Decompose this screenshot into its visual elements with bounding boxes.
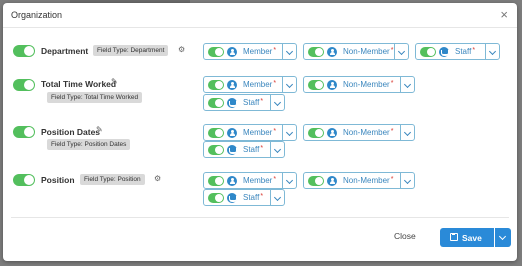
field-toggle[interactable] xyxy=(13,79,35,91)
role-label: Staff* xyxy=(455,47,476,56)
role-toggle[interactable] xyxy=(208,176,224,186)
role-chip-non-member[interactable]: Non-Member* xyxy=(303,43,409,60)
field-toggle[interactable] xyxy=(13,126,35,138)
role-label: Non-Member* xyxy=(343,128,394,137)
required-marker: * xyxy=(390,80,394,87)
role-chip-member[interactable]: Member* xyxy=(203,76,297,93)
field-type-badge: Field Type: Position Dates xyxy=(47,139,131,150)
role-toggle[interactable] xyxy=(308,47,324,57)
field-name: Position xyxy=(41,175,75,185)
member-icon xyxy=(227,128,237,138)
pencil-icon[interactable]: ✎ xyxy=(111,78,118,86)
role-chip-member[interactable]: Member* xyxy=(203,43,297,60)
required-marker: * xyxy=(472,47,476,54)
field-name: Department xyxy=(41,46,89,56)
required-marker: * xyxy=(390,128,394,135)
role-label: Non-Member* xyxy=(343,176,394,185)
role-chip-staff[interactable]: Staff* xyxy=(203,189,285,206)
required-marker: * xyxy=(260,145,264,152)
chevron-down-icon[interactable] xyxy=(282,173,296,188)
floppy-disk-icon xyxy=(450,233,458,241)
role-chip-non-member[interactable]: Non-Member* xyxy=(303,124,415,141)
role-label: Member* xyxy=(243,80,277,89)
role-toggle[interactable] xyxy=(208,193,224,203)
chevron-down-icon[interactable] xyxy=(400,125,414,140)
role-chip-member[interactable]: Member* xyxy=(203,172,297,189)
footer-divider xyxy=(11,217,509,218)
required-marker: * xyxy=(260,98,264,105)
role-toggle[interactable] xyxy=(208,145,224,155)
save-button[interactable]: Save xyxy=(440,228,494,247)
role-toggle[interactable] xyxy=(208,80,224,90)
role-chip-staff[interactable]: Staff* xyxy=(203,141,285,158)
member-icon xyxy=(227,80,237,90)
chevron-down-icon[interactable] xyxy=(485,44,499,59)
close-icon[interactable]: × xyxy=(500,8,508,21)
modal-title: Organization xyxy=(11,10,63,20)
role-label: Staff* xyxy=(243,193,264,202)
field-type-badge: Field Type: Department xyxy=(93,45,169,56)
chevron-down-icon[interactable] xyxy=(400,77,414,92)
role-chip-staff[interactable]: Staff* xyxy=(415,43,500,60)
chevron-down-icon[interactable] xyxy=(400,173,414,188)
required-marker: * xyxy=(390,47,394,54)
chevron-down-icon[interactable] xyxy=(270,142,284,157)
chevron-down-icon[interactable] xyxy=(282,125,296,140)
pencil-icon[interactable]: ✎ xyxy=(96,126,103,134)
role-chip-staff[interactable]: Staff* xyxy=(203,94,285,111)
role-label: Non-Member* xyxy=(343,80,394,89)
role-label: Staff* xyxy=(243,98,264,107)
role-toggle[interactable] xyxy=(208,47,224,57)
role-chip-non-member[interactable]: Non-Member* xyxy=(303,76,415,93)
role-label: Non-Member* xyxy=(343,47,394,56)
save-button-group: Save xyxy=(440,228,511,247)
staff-icon xyxy=(227,145,237,155)
role-label: Member* xyxy=(243,128,277,137)
required-marker: * xyxy=(260,193,264,200)
field-type-badge: Field Type: Position xyxy=(80,174,145,185)
field-toggle[interactable] xyxy=(13,174,35,186)
field-name: Total Time Worked xyxy=(41,79,117,89)
save-label: Save xyxy=(462,233,482,243)
staff-icon xyxy=(227,193,237,203)
required-marker: * xyxy=(390,176,394,183)
member-icon xyxy=(327,47,337,57)
required-marker: * xyxy=(273,176,277,183)
member-icon xyxy=(327,80,337,90)
chevron-down-icon[interactable] xyxy=(270,190,284,205)
chevron-down-icon[interactable] xyxy=(282,77,296,92)
role-label: Staff* xyxy=(243,145,264,154)
role-chip-non-member[interactable]: Non-Member* xyxy=(303,172,415,189)
staff-icon xyxy=(439,47,449,57)
required-marker: * xyxy=(273,47,277,54)
chevron-down-icon[interactable] xyxy=(282,44,296,59)
role-label: Member* xyxy=(243,47,277,56)
role-toggle[interactable] xyxy=(208,98,224,108)
role-toggle[interactable] xyxy=(308,128,324,138)
field-type-badge: Field Type: Total Time Worked xyxy=(47,92,143,103)
staff-icon xyxy=(227,98,237,108)
modal-header: Organization × xyxy=(3,3,517,28)
required-marker: * xyxy=(273,128,277,135)
save-options-chevron-down-icon[interactable] xyxy=(495,228,511,247)
role-toggle[interactable] xyxy=(308,80,324,90)
chevron-down-icon[interactable] xyxy=(394,44,408,59)
role-toggle[interactable] xyxy=(420,47,436,57)
role-toggle[interactable] xyxy=(308,176,324,186)
role-label: Member* xyxy=(243,176,277,185)
required-marker: * xyxy=(273,80,277,87)
gear-icon[interactable]: ⚙ xyxy=(154,175,161,183)
role-toggle[interactable] xyxy=(208,128,224,138)
member-icon xyxy=(327,128,337,138)
chevron-down-icon[interactable] xyxy=(270,95,284,110)
member-icon xyxy=(327,176,337,186)
member-icon xyxy=(227,176,237,186)
field-name: Position Dates xyxy=(41,127,101,137)
gear-icon[interactable]: ⚙ xyxy=(178,46,185,54)
close-button[interactable]: Close xyxy=(394,231,416,241)
role-chip-member[interactable]: Member* xyxy=(203,124,297,141)
field-toggle[interactable] xyxy=(13,45,35,57)
member-icon xyxy=(227,47,237,57)
organization-modal: Organization × Department Field Type: De… xyxy=(3,3,517,261)
